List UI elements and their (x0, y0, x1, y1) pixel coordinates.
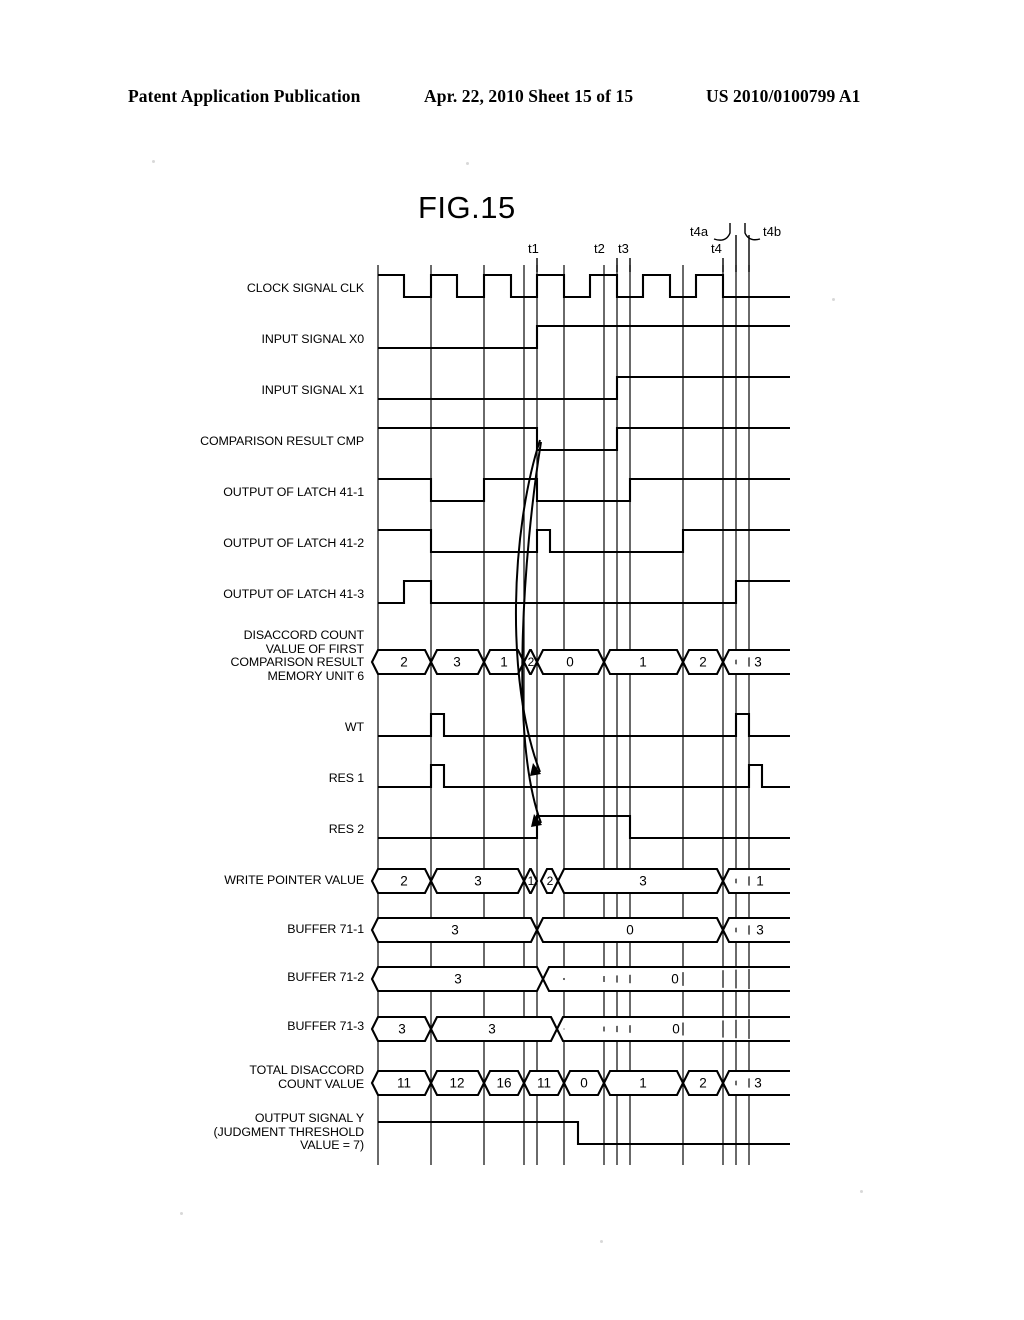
bus-value: 11 (537, 1076, 551, 1091)
waveform-comparison-result-cmp (378, 426, 790, 452)
bus-value: 11 (397, 1076, 411, 1091)
bus-buffer-71-2: 3 0 (370, 965, 790, 993)
bus-write-pointer-value: 2 3 1 2 3 1 (370, 867, 790, 895)
timing-diagram: 2 3 1 2 0 1 2 3 2 3 1 2 3 1 3 0 3 3 0 3 … (370, 223, 790, 1165)
time-marker-leaders (536, 223, 761, 272)
scan-speckle (860, 1190, 863, 1193)
waveform-clock-signal-clk (378, 273, 790, 299)
waveform-wt (378, 712, 790, 738)
bus-buffer-71-1: 3 0 3 (370, 916, 790, 944)
waveform-output-of-latch-41-1 (378, 477, 790, 503)
waveform-res-2 (378, 814, 790, 840)
patent-page: Patent Application Publication Apr. 22, … (0, 0, 1024, 1320)
bus-value: 3 (754, 1076, 762, 1091)
bus-value: 3 (756, 923, 764, 938)
bus-value: 0 (566, 655, 574, 670)
bus-value: 1 (500, 655, 508, 670)
bus-value: 2 (528, 655, 535, 669)
bus-value: 3 (639, 874, 647, 889)
bus-value: 0 (672, 1022, 680, 1037)
bus-value: 0 (626, 923, 634, 938)
bus-value: 3 (453, 655, 461, 670)
scan-speckle (600, 1240, 603, 1243)
scan-speckle (832, 298, 835, 301)
bus-value: 1 (639, 655, 647, 670)
bus-value: 2 (400, 874, 408, 889)
bus-total-disaccord-count-value: 11 12 16 11 0 1 2 3 (370, 1069, 790, 1097)
bus-buffer-71-3: 3 3 0 (370, 1015, 790, 1043)
waveform-output-signal-y (378, 1120, 790, 1146)
bus-value: 2 (699, 655, 707, 670)
bus-value: 3 (454, 972, 462, 987)
bus-value: 2 (547, 874, 554, 888)
waveform-output-of-latch-41-2 (378, 528, 790, 554)
waveform-res-1 (378, 763, 790, 789)
bus-value: 3 (451, 923, 459, 938)
scan-speckle (466, 162, 469, 165)
bus-value: 16 (496, 1076, 511, 1091)
bus-disaccord-count-value: 2 3 1 2 0 1 2 3 (370, 648, 790, 676)
bus-value: 1 (756, 874, 764, 889)
bus-value: 3 (488, 1022, 496, 1037)
scan-speckle (180, 1212, 183, 1215)
bus-value: 2 (400, 655, 408, 670)
bus-value: 0 (580, 1076, 588, 1091)
waveform-input-signal-x0 (378, 324, 790, 350)
bus-value: 3 (754, 655, 762, 670)
bus-value: 12 (449, 1076, 464, 1091)
bus-value: 3 (474, 874, 482, 889)
bus-value: 0 (671, 972, 679, 987)
scan-speckle (152, 160, 155, 163)
waveform-output-of-latch-41-3 (378, 579, 790, 605)
bus-value: 1 (528, 874, 535, 888)
bus-value: 1 (639, 1076, 647, 1091)
waveform-input-signal-x1 (378, 375, 790, 401)
bus-value: 2 (699, 1076, 707, 1091)
bus-value: 3 (398, 1022, 406, 1037)
